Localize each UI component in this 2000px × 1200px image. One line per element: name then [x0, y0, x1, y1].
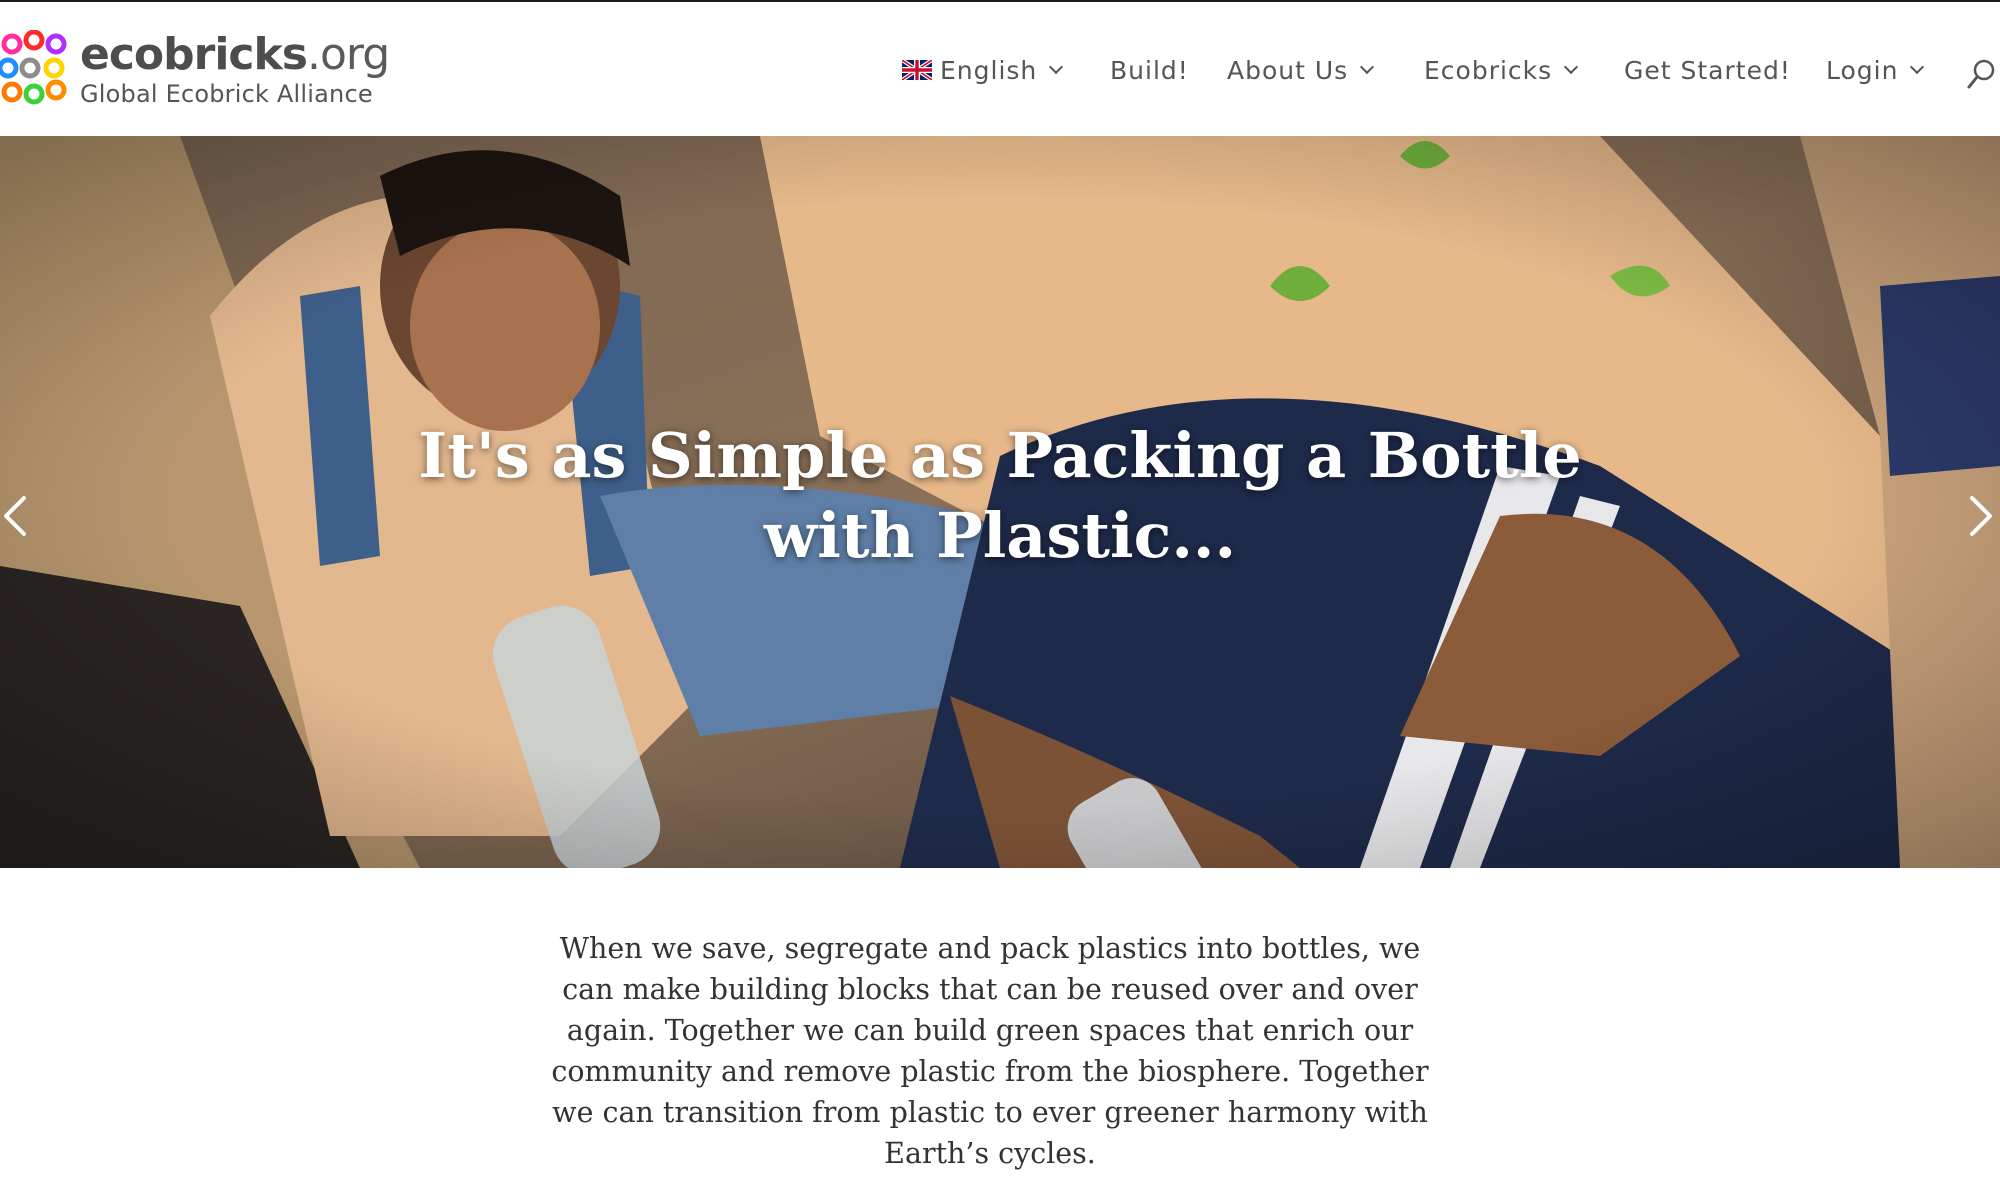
chevron-down-icon	[1360, 59, 1375, 75]
nav-build[interactable]: Build!	[1110, 50, 1189, 90]
nav-login-label: Login	[1826, 55, 1899, 85]
nav-get-started[interactable]: Get Started!	[1624, 50, 1791, 90]
chevron-down-icon	[1910, 59, 1925, 75]
hero-title-line1: It's as Simple as Packing a Bottle	[418, 419, 1582, 492]
uk-flag-icon	[902, 60, 932, 80]
nav-ecobricks-label: Ecobricks	[1424, 55, 1553, 85]
chevron-right-icon[interactable]	[1956, 486, 1996, 546]
nav-build-label: Build!	[1110, 55, 1189, 85]
chevron-left-icon[interactable]	[0, 486, 40, 546]
nav-about-us[interactable]: About Us	[1227, 50, 1375, 90]
search-icon[interactable]	[1966, 58, 1996, 92]
logo-name-main: ecobricks	[80, 29, 308, 80]
hero-slider: It's as Simple as Packing a Bottle with …	[0, 136, 2000, 868]
site-header: ecobricks.org Global Ecobrick Alliance E…	[0, 0, 2000, 136]
logo-text: ecobricks.org Global Ecobrick Alliance	[80, 29, 390, 109]
hero-title-line2: with Plastic...	[763, 499, 1237, 572]
site-logo[interactable]: ecobricks.org Global Ecobrick Alliance	[0, 30, 400, 110]
chevron-down-icon	[1564, 59, 1579, 75]
chevron-down-icon	[1049, 59, 1064, 75]
nav-language-label: English	[940, 55, 1038, 85]
ecobricks-logo-icon	[0, 30, 67, 105]
hero-title: It's as Simple as Packing a Bottle with …	[300, 416, 1700, 576]
nav-language[interactable]: English	[902, 50, 1064, 90]
nav-get-started-label: Get Started!	[1624, 55, 1791, 85]
logo-wordmark: ecobricks.org	[80, 29, 390, 80]
logo-tagline: Global Ecobrick Alliance	[80, 80, 373, 108]
intro-paragraph: When we save, segregate and pack plastic…	[551, 932, 1429, 1170]
logo-name-tld: .org	[306, 29, 390, 80]
nav-ecobricks[interactable]: Ecobricks	[1424, 50, 1579, 90]
nav-login[interactable]: Login	[1826, 50, 1925, 90]
nav-about-label: About Us	[1227, 55, 1349, 85]
